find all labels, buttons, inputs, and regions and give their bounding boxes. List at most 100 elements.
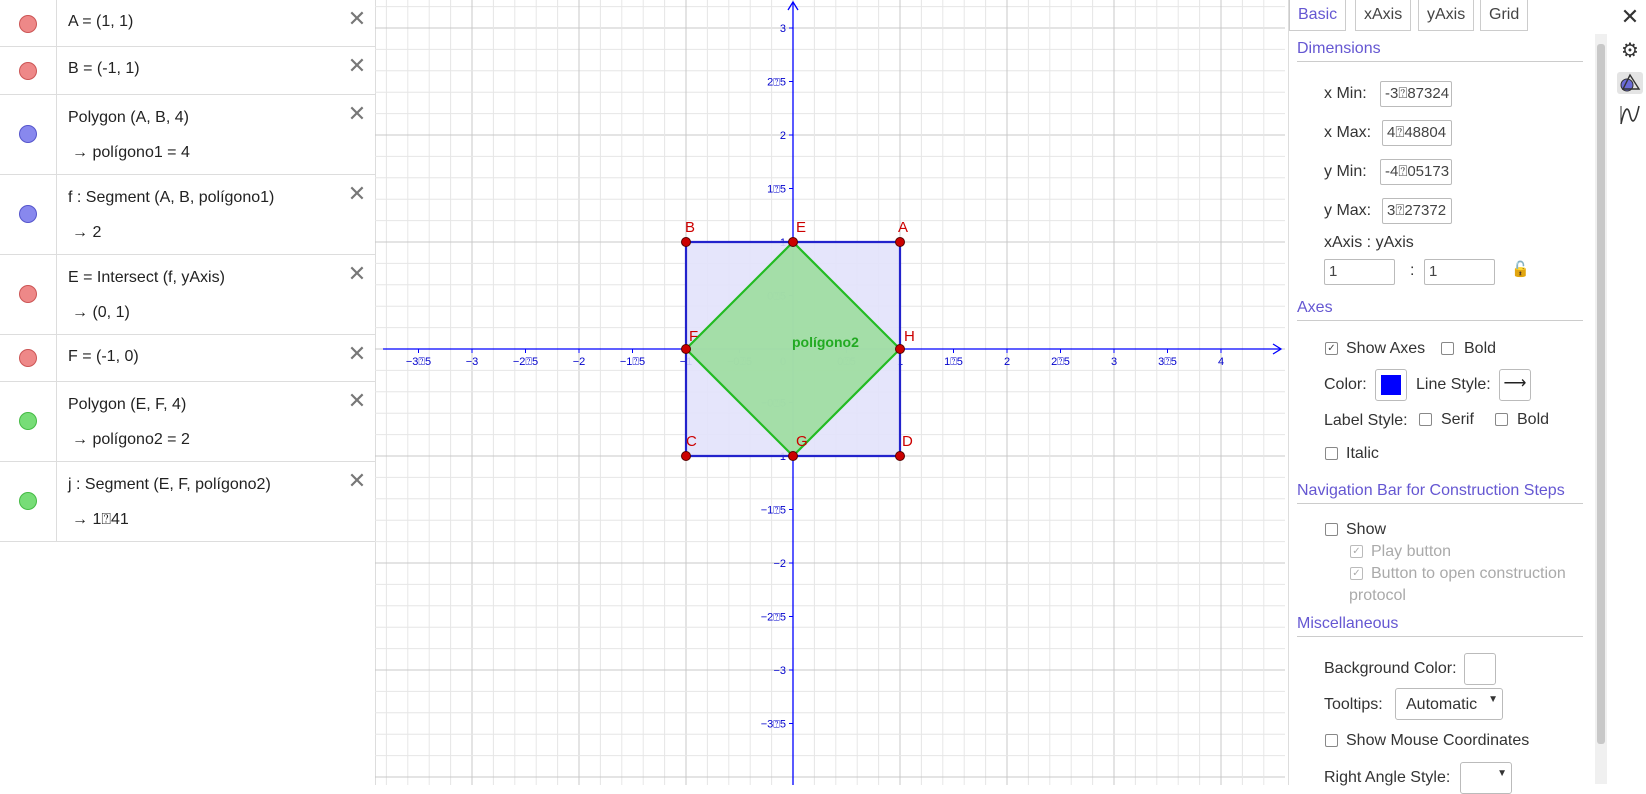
- line-style-label: Line Style:: [1416, 376, 1491, 393]
- marble-icon[interactable]: [19, 349, 37, 367]
- unlock-icon[interactable]: 🔓: [1511, 260, 1530, 278]
- visibility-toggle[interactable]: [0, 335, 57, 381]
- algebra-input[interactable]: E = Intersect (f, yAxis): [68, 269, 225, 287]
- axis-color-button[interactable]: [1375, 369, 1407, 401]
- show-mouse-coords-checkbox[interactable]: [1325, 734, 1338, 747]
- bold-label-checkbox[interactable]: [1495, 413, 1508, 426]
- algebra-row[interactable]: F = (-1, 0) ✕: [0, 335, 375, 382]
- algebra-input[interactable]: F = (-1, 0): [68, 348, 139, 366]
- x-tick-label: 3: [1111, 356, 1117, 368]
- ratio-x-field[interactable]: 1: [1324, 259, 1395, 285]
- x-tick-label: −2: [573, 356, 586, 368]
- point-label-A: A: [898, 219, 908, 236]
- tab-xaxis[interactable]: xAxis: [1355, 0, 1412, 31]
- tab-grid[interactable]: Grid: [1480, 0, 1529, 31]
- xmin-field[interactable]: -3⍰87324: [1380, 81, 1452, 107]
- y-tick-label: −2⍰5: [761, 612, 786, 624]
- visibility-toggle[interactable]: [0, 175, 57, 254]
- marble-icon[interactable]: [19, 492, 37, 510]
- point-E: [788, 237, 798, 247]
- delete-icon[interactable]: ✕: [347, 55, 367, 77]
- algebra-row[interactable]: Polygon (A, B, 4) → polígono1 = 4 ✕: [0, 95, 375, 175]
- x-tick-label: −2⍰5: [513, 356, 538, 368]
- visibility-toggle[interactable]: [0, 47, 57, 94]
- point-B: [681, 237, 691, 247]
- open-protocol-checkbox[interactable]: ✓: [1350, 567, 1363, 580]
- algebra-row[interactable]: E = Intersect (f, yAxis) → (0, 1) ✕: [0, 255, 375, 335]
- background-color-button[interactable]: [1464, 653, 1496, 685]
- ratio-y-field[interactable]: 1: [1424, 259, 1495, 285]
- graphics-view[interactable]: −3⍰5−3−2⍰5−2−1⍰5−1−0⍰500⍰511⍰522⍰533⍰543…: [375, 0, 1285, 785]
- visibility-toggle[interactable]: [0, 0, 57, 46]
- delete-icon[interactable]: ✕: [347, 390, 367, 412]
- algebra-input[interactable]: B = (-1, 1): [68, 60, 140, 78]
- serif-checkbox[interactable]: [1419, 413, 1432, 426]
- point-label-D: D: [902, 433, 913, 450]
- y-tick-label: 3: [780, 23, 786, 35]
- graphics-settings-icon[interactable]: [1617, 72, 1643, 94]
- algebra-row[interactable]: B = (-1, 1) ✕: [0, 47, 375, 95]
- algebra-input[interactable]: Polygon (A, B, 4): [68, 109, 189, 127]
- visibility-toggle[interactable]: [0, 95, 57, 174]
- x-tick-label: 4: [1218, 356, 1224, 368]
- delete-icon[interactable]: ✕: [347, 470, 367, 492]
- panel-scrollbar[interactable]: [1595, 34, 1607, 784]
- algebra-output: → 2: [72, 224, 102, 241]
- play-button-checkbox[interactable]: ✓: [1350, 545, 1363, 558]
- visibility-toggle[interactable]: [0, 382, 57, 461]
- algebra-row[interactable]: f : Segment (A, B, polígono1) → 2 ✕: [0, 175, 375, 255]
- algebra-input[interactable]: j : Segment (E, F, polígono2): [68, 476, 271, 494]
- marble-icon[interactable]: [19, 205, 37, 223]
- xmax-field[interactable]: 4⍰48804: [1382, 120, 1452, 146]
- tab-basic[interactable]: Basic: [1289, 0, 1347, 31]
- marble-icon[interactable]: [19, 412, 37, 430]
- axis-ratio-label: xAxis : yAxis: [1324, 234, 1414, 251]
- y-tick-label: 2: [780, 130, 786, 142]
- tooltips-dropdown[interactable]: Automatic ▼: [1395, 688, 1503, 720]
- right-angle-style-dropdown[interactable]: ▼: [1460, 762, 1512, 794]
- function-curve-icon[interactable]: [1619, 104, 1641, 126]
- marble-icon[interactable]: [19, 62, 37, 80]
- delete-icon[interactable]: ✕: [347, 263, 367, 285]
- chevron-down-icon: ▼: [1488, 694, 1498, 705]
- marble-icon[interactable]: [19, 125, 37, 143]
- tooltips-label: Tooltips:: [1324, 696, 1383, 713]
- point-G: [788, 451, 798, 461]
- color-label: Color:: [1324, 376, 1367, 393]
- visibility-toggle[interactable]: [0, 255, 57, 334]
- ymin-field[interactable]: -4⍰05173: [1380, 159, 1452, 185]
- scrollbar-thumb[interactable]: [1597, 44, 1605, 744]
- x-tick-label: −1⍰5: [620, 356, 645, 368]
- ratio-separator: :: [1410, 262, 1415, 279]
- algebra-input[interactable]: A = (1, 1): [68, 13, 133, 31]
- delete-icon[interactable]: ✕: [347, 343, 367, 365]
- algebra-input[interactable]: f : Segment (A, B, polígono1): [68, 189, 274, 207]
- delete-icon[interactable]: ✕: [347, 103, 367, 125]
- gear-icon[interactable]: ⚙: [1619, 40, 1641, 62]
- algebra-input[interactable]: Polygon (E, F, 4): [68, 396, 186, 414]
- tab-yaxis[interactable]: yAxis: [1418, 0, 1475, 31]
- algebra-row[interactable]: j : Segment (E, F, polígono2) → 1⍰41 ✕: [0, 462, 375, 542]
- x-tick-label: 3⍰5: [1158, 356, 1177, 368]
- delete-icon[interactable]: ✕: [347, 8, 367, 30]
- ymin-label: y Min:: [1324, 163, 1367, 180]
- label-style-label: Label Style:: [1324, 412, 1408, 429]
- marble-icon[interactable]: [19, 285, 37, 303]
- graphics-canvas[interactable]: −3⍰5−3−2⍰5−2−1⍰5−1−0⍰500⍰511⍰522⍰533⍰543…: [375, 0, 1285, 785]
- y-tick-label: −1⍰5: [761, 505, 786, 517]
- properties-panel: Basic xAxis yAxis Grid Dimensions x Min:…: [1288, 0, 1614, 794]
- marble-icon[interactable]: [19, 15, 37, 33]
- show-nav-checkbox[interactable]: [1325, 523, 1338, 536]
- algebra-row[interactable]: Polygon (E, F, 4) → polígono2 = 2 ✕: [0, 382, 375, 462]
- section-navigation-bar: Navigation Bar for Construction Steps: [1297, 482, 1583, 504]
- ymax-field[interactable]: 3⍰27372: [1382, 198, 1452, 224]
- italic-checkbox[interactable]: [1325, 447, 1338, 460]
- line-style-button[interactable]: ⟶: [1499, 369, 1531, 401]
- bold-axes-checkbox[interactable]: [1441, 342, 1454, 355]
- bold-label-label: Bold: [1517, 411, 1550, 428]
- close-icon[interactable]: ✕: [1619, 6, 1641, 28]
- delete-icon[interactable]: ✕: [347, 183, 367, 205]
- show-axes-checkbox[interactable]: ✓: [1325, 342, 1338, 355]
- visibility-toggle[interactable]: [0, 462, 57, 541]
- algebra-row[interactable]: A = (1, 1) ✕: [0, 0, 375, 47]
